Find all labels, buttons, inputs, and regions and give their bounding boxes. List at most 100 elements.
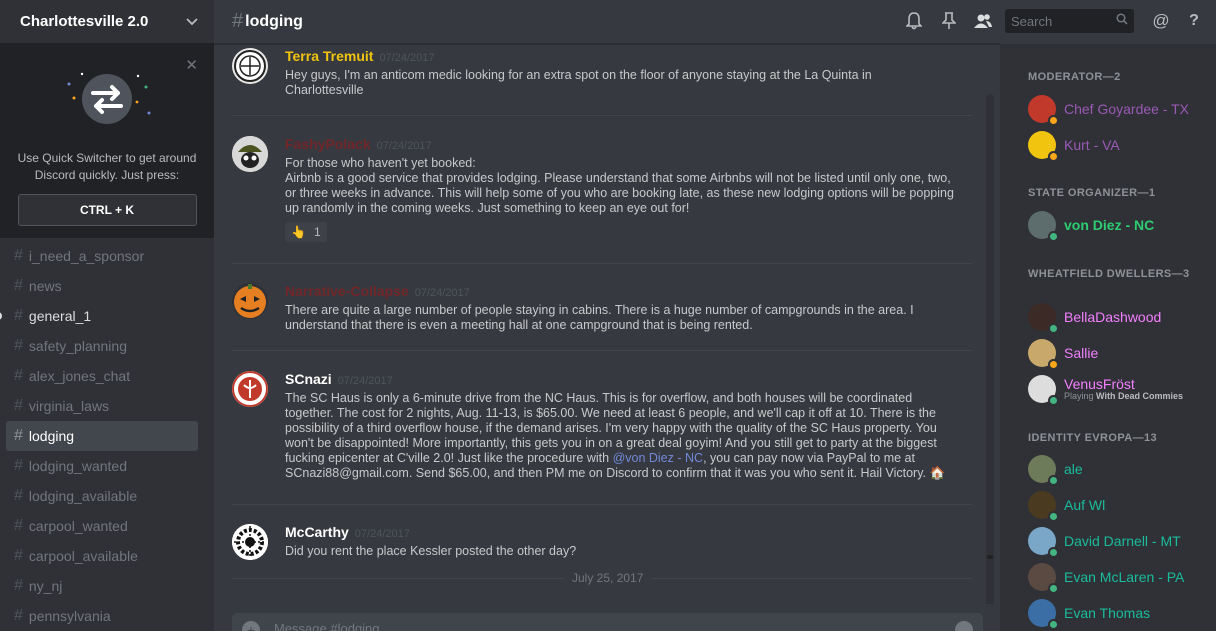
channel-lodging[interactable]: # lodging xyxy=(6,421,198,451)
hash-icon: # xyxy=(14,337,23,354)
help-icon[interactable]: ? xyxy=(1182,9,1206,33)
channel-label: virginia_laws xyxy=(28,398,110,414)
member-name: Evan McLaren - PA xyxy=(1064,569,1185,585)
member-name: VenusFröst xyxy=(1064,376,1135,392)
avatar xyxy=(1028,375,1059,406)
search-icon[interactable] xyxy=(1116,12,1128,30)
avatar xyxy=(1028,95,1059,126)
channel-pennsylvania[interactable]: # pennsylvania xyxy=(6,601,198,631)
reaction-button[interactable]: 👆 1 xyxy=(285,222,327,242)
hash-icon: # xyxy=(14,307,23,324)
message: FashyPolack 07/24/2017 For those who hav… xyxy=(232,136,982,242)
member-item[interactable]: Kurt - VA xyxy=(1028,128,1208,162)
pointing-up-emoji-icon: 👆 xyxy=(291,225,306,239)
message-timestamp: 07/24/2017 xyxy=(354,528,410,540)
role-header: WHEATFIELD DWELLERS—3 xyxy=(1028,268,1190,280)
member-name: Chef Goyardee - TX xyxy=(1064,101,1190,117)
channel-lodging-wanted[interactable]: # lodging_wanted xyxy=(6,451,198,481)
bell-icon[interactable] xyxy=(902,9,926,33)
channel-label: ny_nj xyxy=(28,578,63,594)
message-divider xyxy=(232,115,972,116)
member-item[interactable]: David Darnell - MT xyxy=(1028,524,1208,558)
reaction-count: 1 xyxy=(313,225,321,239)
message-divider xyxy=(232,504,972,505)
hash-icon: # xyxy=(14,247,23,264)
message: Narrative-Collapse 07/24/2017 There are … xyxy=(232,283,982,333)
channel-label: pennsylvania xyxy=(28,608,111,624)
message-author[interactable]: McCarthy xyxy=(285,524,349,540)
close-icon[interactable]: ✕ xyxy=(185,56,198,74)
status-online-icon xyxy=(1048,547,1059,558)
quick-switcher-notice: ✕ Use Quick Switcher to get around Disco… xyxy=(0,44,214,238)
member-item[interactable]: Chef Goyardee - TX xyxy=(1028,92,1208,126)
hash-icon: # xyxy=(14,547,23,564)
channel-general-1[interactable]: # general_1 xyxy=(0,301,198,331)
message-input[interactable] xyxy=(274,621,955,631)
channel-news[interactable]: # news xyxy=(6,271,198,301)
member-name: von Diez - NC xyxy=(1064,217,1155,233)
channel-label: safety_planning xyxy=(28,338,127,354)
members-icon[interactable] xyxy=(971,9,995,33)
channel-label: news xyxy=(28,278,62,294)
channel-label: i_need_a_sponsor xyxy=(28,248,145,264)
channel-label: lodging_wanted xyxy=(28,458,127,474)
member-item[interactable]: von Diez - NC xyxy=(1028,208,1208,242)
search-input[interactable] xyxy=(1011,13,1106,29)
pin-icon[interactable] xyxy=(937,9,961,33)
chat-header: # lodging xyxy=(214,0,1000,44)
quick-switcher-shortcut-button[interactable]: CTRL + K xyxy=(17,194,197,226)
hash-icon: # xyxy=(14,367,23,384)
message-timestamp: 07/24/2017 xyxy=(379,52,435,64)
search-box[interactable] xyxy=(1005,9,1134,33)
user-mention[interactable]: @von Diez - NC xyxy=(613,451,704,465)
avatar[interactable] xyxy=(232,524,268,560)
message-author[interactable]: Terra Tremuit xyxy=(285,48,373,64)
member-item[interactable]: BellaDashwood xyxy=(1028,300,1208,334)
avatar xyxy=(1028,599,1059,630)
message: Terra Tremuit 07/24/2017 Hey guys, I'm a… xyxy=(232,48,982,98)
member-item[interactable]: Auf Wl xyxy=(1028,488,1208,522)
message-list[interactable]: Terra Tremuit 07/24/2017 Hey guys, I'm a… xyxy=(214,44,1000,604)
channel-lodging-available[interactable]: # lodging_available xyxy=(6,481,198,511)
message-scrollbar[interactable] xyxy=(986,94,994,604)
guild-header[interactable]: Charlottesville 2.0 xyxy=(0,0,214,44)
avatar[interactable] xyxy=(232,371,268,407)
message-text: Did you rent the place Kessler posted th… xyxy=(285,544,577,558)
channel-alex-jones-chat[interactable]: # alex_jones_chat xyxy=(6,361,198,391)
role-header: STATE ORGANIZER—1 xyxy=(1028,187,1156,199)
channel-virginia-laws[interactable]: # virginia_laws xyxy=(6,391,198,421)
hash-icon: # xyxy=(232,10,244,32)
status-online-icon xyxy=(1048,231,1059,242)
upload-icon[interactable]: + xyxy=(242,621,260,631)
avatar[interactable] xyxy=(232,48,268,84)
emoji-picker-icon[interactable] xyxy=(955,621,973,631)
hash-icon: # xyxy=(14,487,23,504)
at-icon[interactable]: @ xyxy=(1149,9,1173,33)
channel-ny-nj[interactable]: # ny_nj xyxy=(6,571,198,601)
message-author[interactable]: FashyPolack xyxy=(285,136,371,152)
chat-area: # lodging Terra Tremuit 07/24/2017 Hey g… xyxy=(214,0,1000,631)
hash-icon: # xyxy=(14,517,23,534)
message-author[interactable]: SCnazi xyxy=(285,371,332,387)
channel-label: carpool_wanted xyxy=(28,518,128,534)
channel-i-need-a-sponsor[interactable]: # i_need_a_sponsor xyxy=(6,241,198,271)
hash-icon: # xyxy=(14,607,23,624)
channel-safety-planning[interactable]: # safety_planning xyxy=(6,331,198,361)
channel-carpool-available[interactable]: # carpool_available xyxy=(6,541,198,571)
avatar[interactable] xyxy=(232,136,268,172)
message-author[interactable]: Narrative-Collapse xyxy=(285,283,409,299)
avatar[interactable] xyxy=(232,283,268,319)
avatar xyxy=(1028,339,1059,370)
channel-label: lodging_available xyxy=(28,488,138,504)
status-idle-icon xyxy=(1048,151,1059,162)
member-item[interactable]: Evan Thomas xyxy=(1028,596,1208,630)
channel-list: # i_need_a_sponsor # news # general_1 # safe… xyxy=(0,238,214,631)
member-item[interactable]: Evan McLaren - PA xyxy=(1028,560,1208,594)
member-item[interactable]: ale xyxy=(1028,452,1208,486)
member-activity: Playing With Dead Commies xyxy=(1064,391,1183,401)
scrollbar-thumb[interactable] xyxy=(987,555,993,559)
channel-carpool-wanted[interactable]: # carpool_wanted xyxy=(6,511,198,541)
member-item[interactable]: VenusFröst Playing With Dead Commies xyxy=(1028,372,1208,406)
member-item[interactable]: Sallie xyxy=(1028,336,1208,370)
chevron-down-icon[interactable] xyxy=(186,13,198,31)
